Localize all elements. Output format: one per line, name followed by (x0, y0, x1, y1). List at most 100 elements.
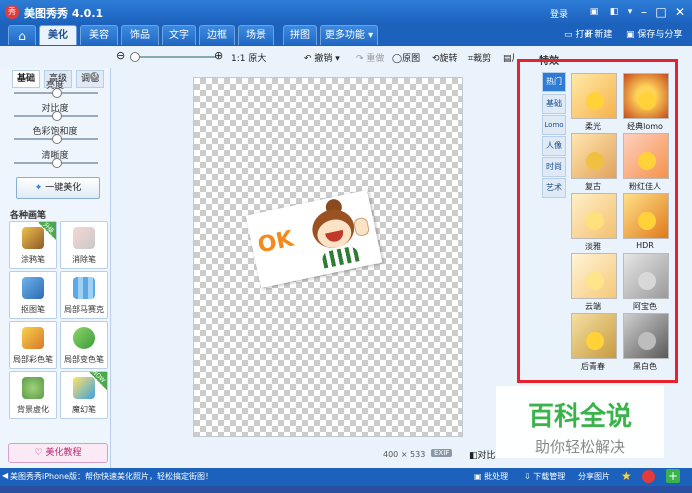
rotate-label: 旋转 (439, 54, 458, 64)
compare-label: 对比 (477, 451, 496, 461)
sticker-ok-text: OK (255, 226, 296, 259)
redo-label: 重做 (366, 54, 385, 64)
tab-more-label: 更多功能 (324, 30, 365, 41)
app-logo-icon: 秀 (5, 5, 19, 19)
color-bucket-icon (73, 327, 95, 349)
tab-collage[interactable]: 拼图 (283, 25, 317, 45)
tutorial-icon: ♡ (34, 448, 43, 458)
blur-icon (22, 377, 44, 399)
compare-button[interactable]: ◧对比 (469, 448, 496, 461)
brush-label: 魔幻笔 (72, 405, 96, 414)
minimize-icon[interactable]: – (636, 4, 652, 20)
close-icon[interactable]: ✕ (672, 4, 688, 20)
sharpness-slider[interactable] (14, 158, 98, 168)
zoom-in-icon[interactable]: ⊕ (214, 49, 223, 62)
brush-blur-background[interactable]: 背景虚化 (9, 371, 57, 419)
redo-button[interactable]: ↷ 重做 (356, 51, 384, 64)
crop-button[interactable]: ⌗裁剪 (468, 51, 491, 64)
contrast-knob[interactable] (52, 111, 62, 121)
brush-mosaic[interactable]: 局部马赛克 (60, 271, 108, 319)
add-icon[interactable]: + (666, 469, 680, 483)
message-icon[interactable]: ▣ (586, 4, 602, 20)
share-image-button[interactable]: 分享图片 (578, 471, 610, 482)
title-bar: 秀 美图秀秀 4.0.1 登录 ▣ ◧ ▾ – □ ✕ (0, 0, 692, 24)
app-title: 美图秀秀 4.0.1 (24, 7, 104, 20)
brush-color-change[interactable]: 局部变色笔 (60, 321, 108, 369)
tab-face[interactable]: 美容 (80, 25, 118, 45)
original-label: 原图 (402, 54, 421, 64)
download-label: 下载管理 (533, 472, 566, 481)
brush-label: 消除笔 (72, 255, 96, 264)
sharpness-knob[interactable] (52, 158, 62, 168)
batch-label: 批处理 (484, 472, 509, 481)
image-size-readout: 400 × 533 (383, 450, 426, 459)
brightness-knob[interactable] (52, 88, 62, 98)
tab-ornament[interactable]: 饰品 (121, 25, 159, 45)
undo-button[interactable]: ↶ 撤销 ▾ (304, 51, 340, 64)
sticker-image[interactable]: OK (245, 189, 383, 289)
os-taskbar (0, 486, 692, 493)
star-icon[interactable]: ★ (621, 469, 635, 483)
download-manager-button[interactable]: ⇩ 下载管理 (524, 471, 565, 482)
now-badge: NOW (89, 369, 107, 390)
tab-scene[interactable]: 场景 (238, 25, 274, 45)
tab-more-features[interactable]: 更多功能 ▾ (320, 25, 378, 45)
brightness-slider[interactable] (14, 88, 98, 98)
brush-label: 局部彩色笔 (13, 355, 53, 364)
new-button[interactable]: ⊕ 新建 (580, 27, 616, 43)
image-canvas[interactable]: OK (193, 77, 463, 437)
upgrade-badge: 升级 (38, 221, 56, 240)
watermark-title: 百科全说 (527, 402, 632, 432)
crop-label: 裁剪 (473, 54, 492, 64)
beautify-tutorial-button[interactable]: ♡ 美化教程 (8, 443, 108, 463)
status-message[interactable]: 美图秀秀iPhone版：帮你快速美化照片，轻松搞定街图！ (10, 471, 213, 482)
save-share-button[interactable]: ▣ 保存与分享 (622, 27, 686, 43)
weibo-icon[interactable] (642, 470, 655, 483)
mosaic-icon (73, 277, 95, 299)
undo-label: 撤销 (314, 54, 333, 64)
batch-button[interactable]: ▣ 批处理 (474, 471, 508, 482)
tab-text[interactable]: 文字 (162, 25, 196, 45)
saturation-knob[interactable] (52, 134, 62, 144)
color-brush-icon (22, 327, 44, 349)
shirt-icon (321, 245, 360, 269)
watermark-overlay: 百科全说 助你轻松解决 (496, 386, 664, 458)
main-tab-bar: ⌂ 美化 美容 饰品 文字 边框 场景 拼图 更多功能 ▾ ▭ 打开 ⊕ 新建 … (0, 24, 692, 46)
highlight-box (517, 59, 678, 383)
tutorial-label: 美化教程 (45, 448, 82, 458)
brush-cutout[interactable]: 抠图笔 (9, 271, 57, 319)
folder-icon: ▭ (564, 30, 573, 40)
zoom-out-icon[interactable]: ⊖ (116, 49, 125, 62)
watermark-subtitle: 助你轻松解决 (534, 438, 625, 456)
save-share-label: 保存与分享 (637, 30, 683, 40)
rotate-button[interactable]: ⟲旋转 (432, 51, 458, 64)
maximize-icon[interactable]: □ (653, 4, 669, 20)
contrast-slider[interactable] (14, 111, 98, 121)
tab-frame[interactable]: 边框 (199, 25, 235, 45)
brush-label: 抠图笔 (21, 305, 45, 314)
adjust-panel: 基础 高级 调色 ↺ 亮度 对比度 色彩饱和度 清晰度 ✦ 一键美化 各种画笔 … (0, 68, 111, 468)
zoom-slider[interactable] (130, 52, 216, 62)
brush-section-title: 各种画笔 (10, 211, 47, 221)
home-icon[interactable]: ⌂ (8, 25, 36, 45)
exif-button[interactable]: EXIF (431, 449, 453, 457)
skin-icon[interactable]: ◧ (606, 4, 622, 20)
brush-magic[interactable]: NOW 魔幻笔 (60, 369, 108, 419)
hand-icon (352, 216, 371, 238)
saturation-slider[interactable] (14, 134, 98, 144)
actual-size-button[interactable]: 1:1 原大 (231, 51, 266, 64)
compare-icon: ◧ (469, 451, 478, 461)
brush-label: 背景虚化 (17, 405, 49, 414)
login-link[interactable]: 登录 (550, 7, 568, 20)
zoom-slider-knob[interactable] (130, 52, 140, 62)
brush-doodle[interactable]: 升级 涂鸦笔 (9, 221, 57, 269)
original-button[interactable]: ◯原图 (392, 51, 420, 64)
speaker-icon[interactable]: ◀ (2, 471, 8, 480)
one-key-beautify-button[interactable]: ✦ 一键美化 (16, 177, 100, 199)
brush-label: 局部马赛克 (64, 305, 104, 314)
canvas-area: OK 400 × 533 EXIF ◧对比 (111, 68, 514, 468)
tab-beautify[interactable]: 美化 (39, 25, 77, 45)
brush-eraser[interactable]: 消除笔 (60, 221, 108, 269)
status-bar: ◀ 美图秀秀iPhone版：帮你快速美化照片，轻松搞定街图！ ▣ 批处理 ⇩ 下… (0, 468, 692, 486)
brush-local-color[interactable]: 局部彩色笔 (9, 321, 57, 369)
